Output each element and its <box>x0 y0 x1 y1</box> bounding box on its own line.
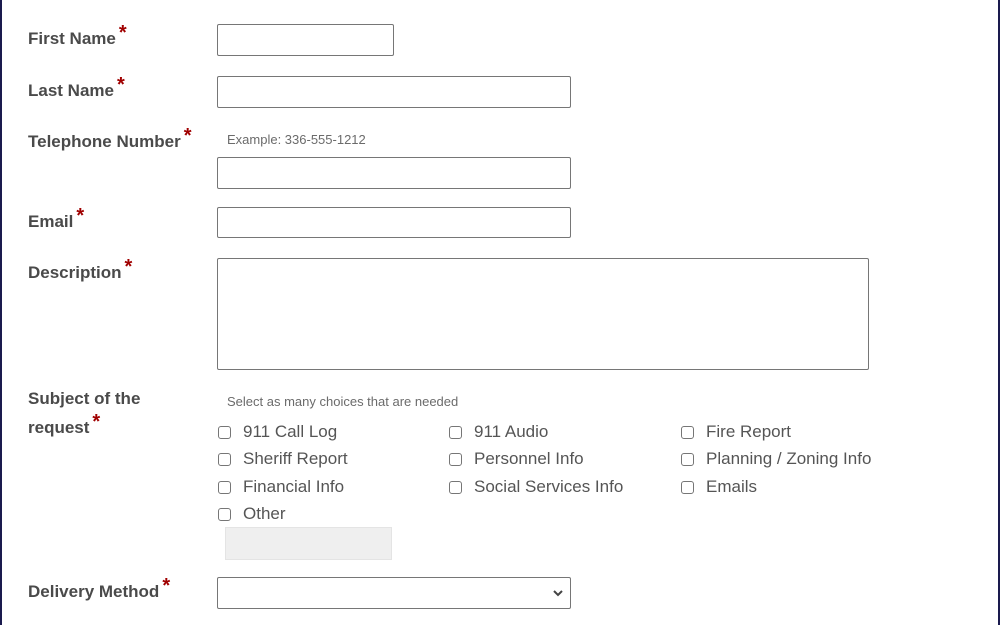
subject-label-line2: request * <box>28 411 101 437</box>
checkbox-personnel-info[interactable]: Personnel Info <box>449 449 584 469</box>
checkbox[interactable] <box>218 507 231 521</box>
telephone-hint: Example: 336-555-1212 <box>227 132 366 147</box>
other-text-input-disabled <box>225 527 392 560</box>
description-textarea[interactable] <box>217 258 869 370</box>
required-asterisk: * <box>124 256 133 278</box>
checkbox-911-audio[interactable]: 911 Audio <box>449 422 548 442</box>
telephone-label: Telephone Number * <box>28 125 192 151</box>
checkbox-social-services-info[interactable]: Social Services Info <box>449 477 623 497</box>
first-name-input[interactable] <box>217 24 394 56</box>
last-name-input[interactable] <box>217 76 571 108</box>
checkbox-financial-info[interactable]: Financial Info <box>218 477 344 497</box>
checkbox[interactable] <box>681 452 694 466</box>
email-input[interactable] <box>217 207 571 238</box>
required-asterisk: * <box>118 22 127 44</box>
checkbox[interactable] <box>218 452 231 466</box>
email-label: Email * <box>28 205 85 231</box>
checkbox[interactable] <box>681 480 694 494</box>
checkbox[interactable] <box>449 480 462 494</box>
delivery-method-select[interactable] <box>217 577 571 609</box>
checkbox-emails[interactable]: Emails <box>681 477 757 497</box>
subject-hint: Select as many choices that are needed <box>227 394 459 409</box>
chevron-down-icon <box>553 590 563 597</box>
required-asterisk: * <box>162 575 171 597</box>
subject-label: Subject of the <box>28 389 141 408</box>
checkbox-other[interactable]: Other <box>218 504 286 524</box>
checkbox[interactable] <box>681 425 694 439</box>
checkbox-fire-report[interactable]: Fire Report <box>681 422 791 442</box>
required-asterisk: * <box>92 411 101 433</box>
first-name-label: First Name * <box>28 22 127 48</box>
checkbox[interactable] <box>218 425 231 439</box>
checkbox[interactable] <box>449 425 462 439</box>
checkbox[interactable] <box>449 452 462 466</box>
checkbox-planning-zoning-info[interactable]: Planning / Zoning Info <box>681 449 871 469</box>
required-asterisk: * <box>116 74 125 96</box>
checkbox[interactable] <box>218 480 231 494</box>
required-asterisk: * <box>76 205 85 227</box>
checkbox-911-call-log[interactable]: 911 Call Log <box>218 422 337 442</box>
telephone-input[interactable] <box>217 157 571 189</box>
delivery-method-label: Delivery Method * <box>28 575 171 601</box>
description-label: Description * <box>28 256 133 282</box>
checkbox-sheriff-report[interactable]: Sheriff Report <box>218 449 348 469</box>
required-asterisk: * <box>183 125 192 147</box>
last-name-label: Last Name * <box>28 74 125 100</box>
